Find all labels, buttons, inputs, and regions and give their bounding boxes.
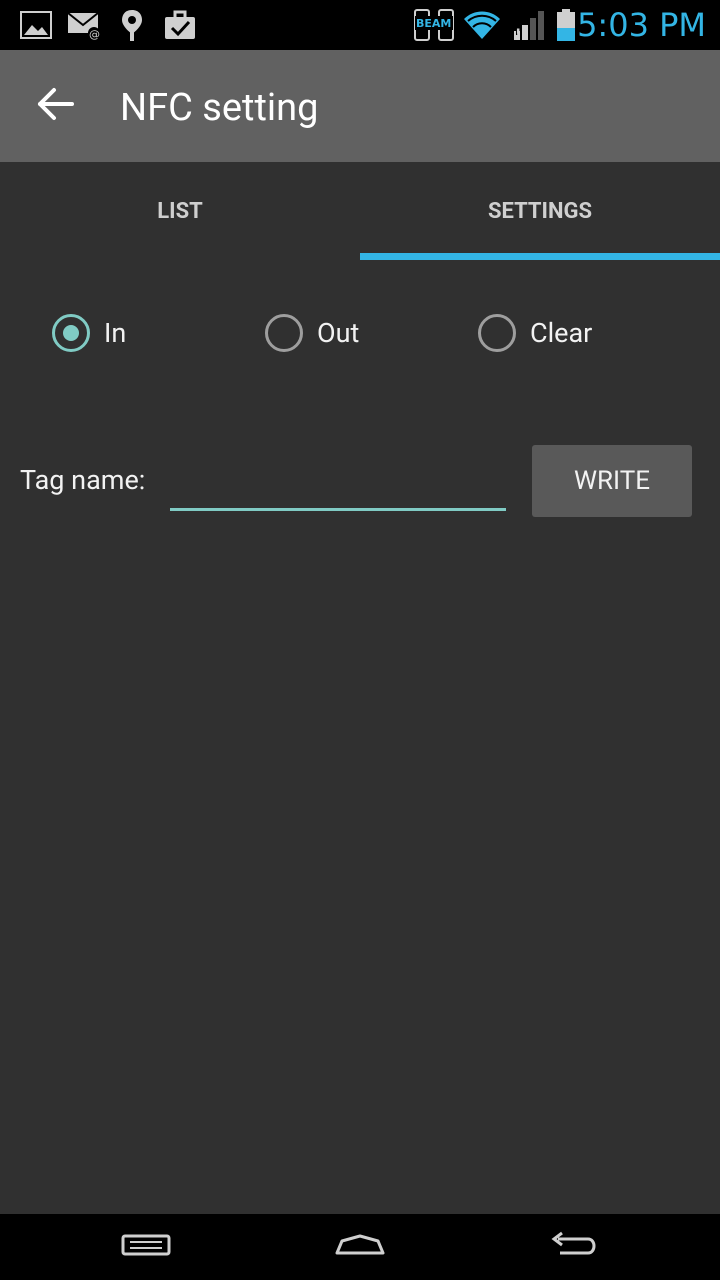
radio-option-clear[interactable]: Clear bbox=[478, 310, 592, 355]
gallery-icon bbox=[18, 8, 54, 42]
navigation-bar bbox=[0, 1214, 720, 1280]
nfc-beam-icon: BEAM bbox=[412, 8, 456, 42]
signal-icon: ! bbox=[510, 8, 546, 42]
recent-apps-button[interactable] bbox=[106, 1224, 186, 1270]
status-time: 5:03 PM bbox=[577, 6, 706, 44]
action-bar: NFC setting bbox=[0, 50, 720, 162]
task-icon bbox=[162, 8, 198, 42]
home-icon bbox=[334, 1233, 386, 1261]
battery-icon bbox=[554, 8, 578, 42]
back-button[interactable] bbox=[30, 80, 82, 132]
radio-in-label: In bbox=[104, 316, 127, 349]
home-button[interactable] bbox=[320, 1224, 400, 1270]
tag-name-input[interactable] bbox=[170, 456, 506, 511]
radio-clear[interactable] bbox=[478, 313, 516, 352]
svg-text:!: ! bbox=[515, 27, 521, 41]
email-icon: @ bbox=[66, 8, 104, 42]
radio-out-label: Out bbox=[317, 316, 360, 349]
svg-text:BEAM: BEAM bbox=[416, 17, 451, 30]
tab-bar: LIST SETTINGS bbox=[0, 162, 720, 260]
tab-settings[interactable]: SETTINGS bbox=[360, 162, 720, 260]
tab-list[interactable]: LIST bbox=[0, 162, 360, 260]
back-arrow-icon bbox=[36, 87, 76, 125]
radio-in[interactable] bbox=[52, 313, 90, 352]
radio-option-in[interactable]: In bbox=[52, 310, 126, 355]
radio-option-out[interactable]: Out bbox=[265, 310, 359, 355]
radio-clear-label: Clear bbox=[530, 316, 593, 349]
back-icon bbox=[548, 1231, 600, 1263]
recent-apps-icon bbox=[120, 1233, 172, 1261]
location-icon bbox=[118, 8, 146, 42]
status-bar: @ BEAM ! 5:03 PM bbox=[0, 0, 720, 50]
page-title: NFC setting bbox=[120, 86, 319, 130]
write-button[interactable]: WRITE bbox=[532, 445, 692, 517]
tag-name-label: Tag name: bbox=[20, 464, 146, 496]
radio-out[interactable] bbox=[265, 313, 303, 352]
tab-indicator bbox=[360, 253, 720, 260]
wifi-icon bbox=[462, 8, 502, 42]
back-nav-button[interactable] bbox=[534, 1224, 614, 1270]
svg-text:@: @ bbox=[89, 28, 100, 40]
